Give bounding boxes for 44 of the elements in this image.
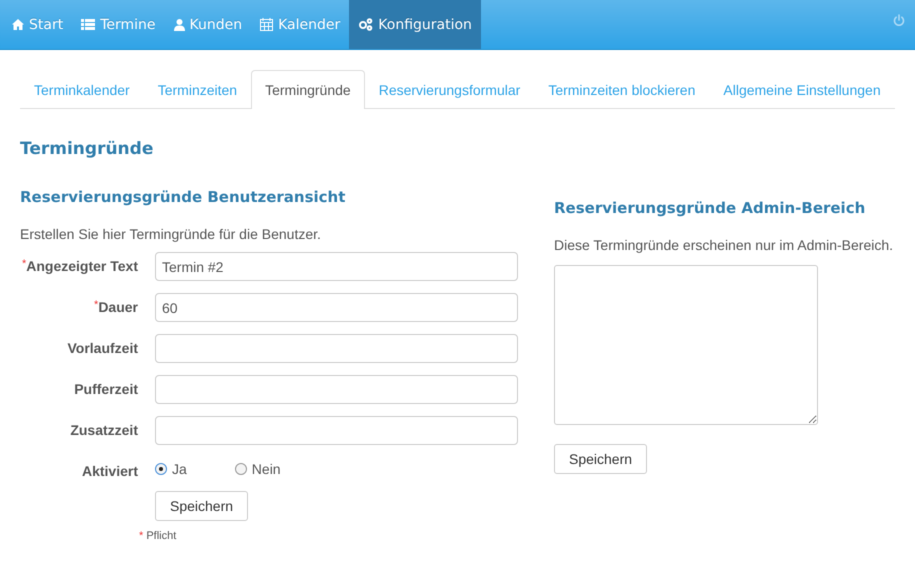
tab[interactable]: Terminzeiten blockieren <box>534 70 710 108</box>
input-field[interactable] <box>155 375 518 404</box>
section-description: Erstellen Sie hier Termingründe für die Benutzer. <box>20 226 322 242</box>
page-title: Termingründe <box>20 139 154 159</box>
text-area[interactable] <box>554 265 818 425</box>
input-field[interactable]: Termin #2 <box>155 252 518 281</box>
field-label: Angezeigter Text <box>26 258 138 274</box>
required-mark: * <box>22 258 26 270</box>
nav-item[interactable]: Start <box>3 0 72 49</box>
gears-icon <box>358 18 374 31</box>
radio-option[interactable]: Nein <box>234 461 281 477</box>
required-mark: * <box>94 299 98 311</box>
field-label: Pufferzeit <box>74 381 138 397</box>
required-note: Pflicht <box>146 530 176 542</box>
section-title: Reservierungsgründe Admin-Bereich <box>554 199 866 217</box>
radio-button[interactable] <box>234 463 247 475</box>
section-title: Reservierungsgründe Benutzeransicht <box>20 188 346 206</box>
tab[interactable]: Allgemeine Einstellungen <box>709 70 895 108</box>
radio-option[interactable]: Ja <box>155 461 187 477</box>
nav-item[interactable]: Kunden <box>164 0 252 49</box>
tab[interactable]: Terminzeiten <box>144 70 252 108</box>
field-label: Dauer <box>98 299 138 315</box>
calendar-icon <box>260 18 274 31</box>
home-icon <box>12 19 24 30</box>
list-icon <box>81 19 96 30</box>
save-button[interactable]: Speichern <box>155 491 248 521</box>
field-label: Vorlaufzeit <box>67 340 138 356</box>
nav-item[interactable]: Kalender <box>251 0 350 49</box>
tab[interactable]: Termingründe <box>251 70 365 109</box>
input-field[interactable]: 60 <box>155 293 518 322</box>
nav-item[interactable]: Termine <box>72 0 165 49</box>
nav-item[interactable]: Konfiguration <box>349 0 481 49</box>
tab[interactable]: Terminkalender <box>20 70 144 108</box>
radio-button[interactable] <box>155 463 167 475</box>
field-label: Zusatzzeit <box>70 422 138 438</box>
input-field[interactable] <box>155 334 518 363</box>
save-button[interactable]: Speichern <box>554 444 648 474</box>
user-icon <box>174 18 185 30</box>
field-label: Aktiviert <box>82 463 138 479</box>
tab[interactable]: Reservierungsformular <box>364 70 534 108</box>
power-icon[interactable] <box>893 14 905 27</box>
input-field[interactable] <box>155 416 518 445</box>
required-mark: * <box>139 530 144 542</box>
section-description: Diese Termingründe erscheinen nur im Admin-Bereich. <box>554 237 894 253</box>
